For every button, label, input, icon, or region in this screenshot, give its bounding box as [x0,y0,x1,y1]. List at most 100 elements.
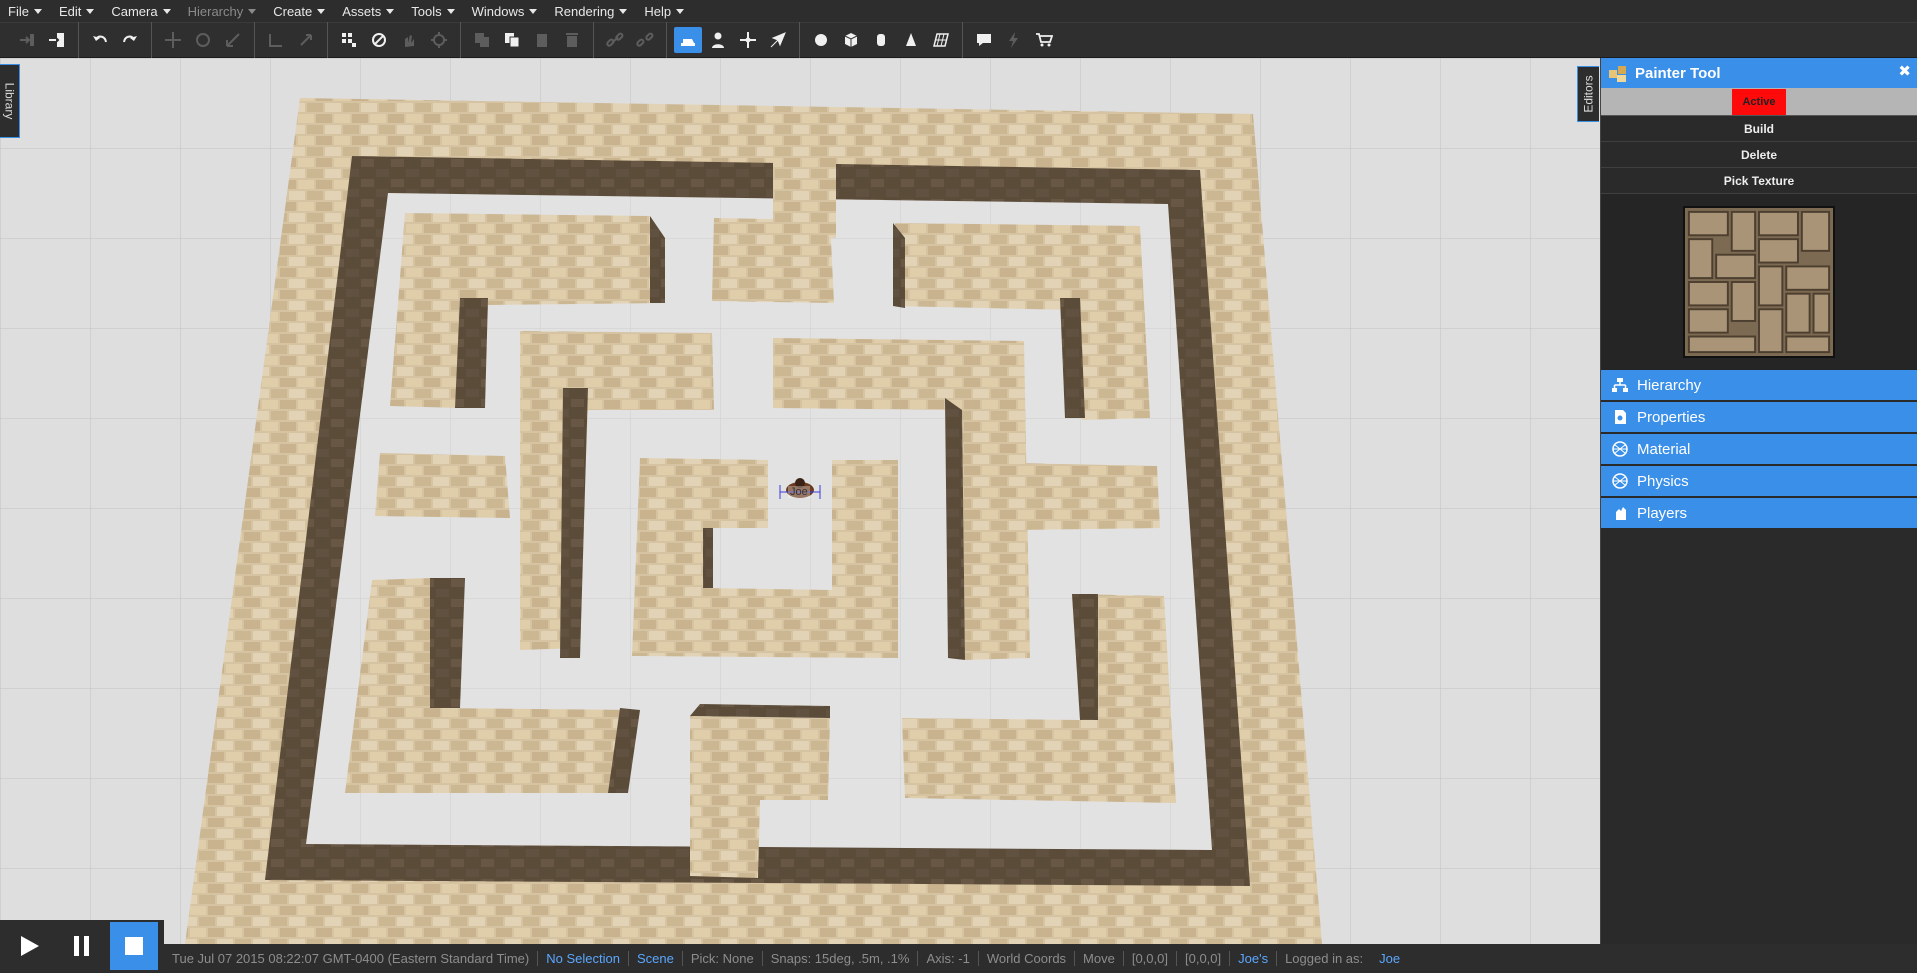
status-selection[interactable]: No Selection [538,951,629,966]
chevron-down-icon [86,8,95,14]
hierarchy-icon [1612,378,1628,392]
import-icon[interactable] [13,27,41,53]
status-pick: Pick: None [683,951,763,966]
properties-panel-header[interactable]: Properties [1601,402,1917,434]
chevron-down-icon [162,8,171,14]
maze-wall-block-side [455,298,488,408]
toolbar-group-link [594,22,667,58]
status-scene[interactable]: Scene [629,951,683,966]
avatar-icon[interactable] [704,27,732,53]
menu-help[interactable]: Help [644,4,685,19]
sphere-icon[interactable] [807,27,835,53]
status-coords[interactable]: World Coords [979,951,1076,966]
chevron-down-icon [33,8,42,14]
chevron-down-icon [446,8,455,14]
toolbar-group-tools [667,22,800,58]
status-vector-1: [0,0,0] [1124,951,1177,966]
players-icon [1616,507,1626,520]
editors-panel: Painter Tool ✖ Active Build Delete Pick … [1600,58,1917,944]
toolbar-group-misc [963,22,1065,58]
active-toggle-button[interactable]: Active [1732,88,1786,115]
cone-icon[interactable] [897,27,925,53]
menu-assets[interactable]: Assets [342,4,395,19]
hierarchy-panel-header[interactable]: Hierarchy [1601,370,1917,402]
grid-select-icon[interactable] [335,27,363,53]
physics-panel-header[interactable]: Physics [1601,466,1917,498]
crosshair-icon[interactable] [734,27,762,53]
status-datetime: Tue Jul 07 2015 08:22:07 GMT-0400 (Easte… [164,951,539,966]
properties-panel-label: Properties [1637,408,1706,426]
no-select-icon[interactable] [365,27,393,53]
stop-icon [125,937,143,955]
chevron-down-icon [619,8,628,14]
material-panel-header[interactable]: Material [1601,434,1917,466]
texture-preview-area [1601,194,1917,370]
undo-icon[interactable] [86,27,114,53]
copy-icon[interactable] [468,27,496,53]
pause-button[interactable] [58,922,106,970]
cube-icon[interactable] [837,27,865,53]
scale-icon[interactable] [219,27,247,53]
chevron-down-icon [529,8,538,14]
physics-icon [1612,473,1628,489]
hand-icon[interactable] [395,27,423,53]
menu-windows[interactable]: Windows [472,4,538,19]
play-button[interactable] [6,922,54,970]
menu-rendering[interactable]: Rendering [554,4,628,19]
paste-icon[interactable] [528,27,556,53]
play-controls [0,920,164,972]
pause-icon [74,936,89,956]
toolbar-group-file [6,22,79,58]
status-owner[interactable]: Joe's [1230,951,1278,966]
menu-edit[interactable]: Edit [59,4,95,19]
status-user[interactable]: Joe [1371,951,1408,966]
move-icon[interactable] [159,27,187,53]
status-snaps[interactable]: Snaps: 15deg, .5m, .1% [763,951,919,966]
chevron-down-icon [248,8,257,14]
editors-tab[interactable]: Editors [1577,66,1599,122]
library-tab[interactable]: Library [0,64,20,138]
rotate-icon[interactable] [189,27,217,53]
players-panel-header[interactable]: Players [1601,498,1917,530]
status-bar: Tue Jul 07 2015 08:22:07 GMT-0400 (Easte… [164,944,1917,973]
redo-icon[interactable] [116,27,144,53]
plane-icon[interactable] [764,27,792,53]
menu-create[interactable]: Create [273,4,326,19]
texture-thumbnail[interactable] [1683,206,1835,358]
scene-render [0,58,1600,944]
build-button[interactable]: Build [1601,116,1917,142]
duplicate-icon[interactable] [498,27,526,53]
menu-tools[interactable]: Tools [411,4,455,19]
chevron-down-icon [676,8,685,14]
link-icon[interactable] [601,27,629,53]
cart-icon[interactable] [1030,27,1058,53]
target-icon[interactable] [425,27,453,53]
lightning-icon[interactable] [1000,27,1028,53]
cylinder-icon[interactable] [867,27,895,53]
play-icon [21,936,39,956]
status-axis: Axis: -1 [918,951,979,966]
pick-texture-button[interactable]: Pick Texture [1601,168,1917,194]
chevron-down-icon [317,8,326,14]
menu-hierarchy[interactable]: Hierarchy [188,4,257,19]
delete-button[interactable]: Delete [1601,142,1917,168]
status-vector-2: [0,0,0] [1177,951,1231,966]
character-label: Joe [788,486,810,498]
painter-tool-icon[interactable] [674,27,702,53]
snap-icon[interactable] [262,27,290,53]
chat-icon[interactable] [970,27,998,53]
material-panel-label: Material [1637,440,1691,458]
menu-file[interactable]: File [8,4,42,19]
toolbar-group-history [79,22,152,58]
close-icon[interactable]: ✖ [1898,62,1911,80]
scene-viewport[interactable]: Library Editors Joe [0,58,1600,944]
status-logged-label: Logged in as: [1285,951,1364,966]
unlink-icon[interactable] [631,27,659,53]
material-icon [1612,441,1628,457]
stop-button[interactable] [110,922,158,970]
pivot-icon[interactable] [292,27,320,53]
menu-camera[interactable]: Camera [111,4,171,19]
plane-grid-icon[interactable] [927,27,955,53]
export-icon[interactable] [43,27,71,53]
trash-icon[interactable] [558,27,586,53]
